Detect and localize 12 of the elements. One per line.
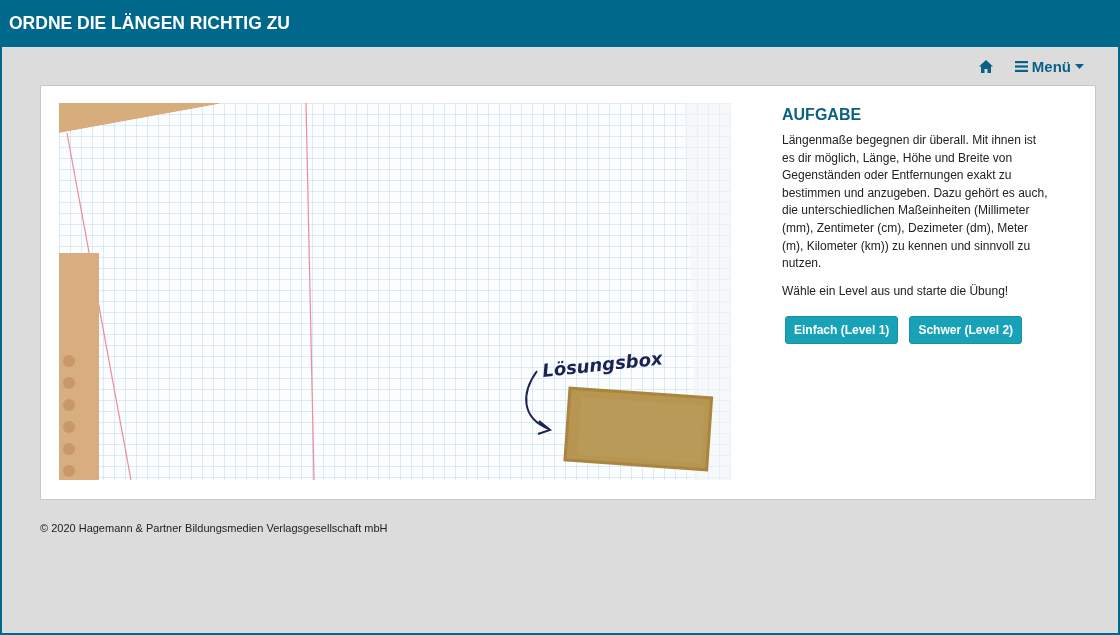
task-paragraph: Längenmaße begegnen dir überall. Mit ihnen ist es dir möglich, Länge, Höhe und Breite von Gegenständen oder Entfernungen exakt zu bestimmen und anzugeben. Dazu gehört es auch, die unterschiedlichen Maßeinheiten (Millimeter (mm), Zentimeter (cm), Dezimeter (dm), Meter (m), Kilometer (km)) zu kennen und sinnvoll zu nutzen. <box>782 132 1049 273</box>
page-title: ORDNE DIE LÄNGEN RICHTIG ZU <box>9 13 290 34</box>
copyright-text: © 2020 Hagemann & Partner Bildungsmedien Verlagsgesellschaft mbH <box>40 522 389 534</box>
caret-icon <box>1075 63 1084 69</box>
level-button[interactable]: Schwer (Level 2) <box>909 316 1023 345</box>
menu-icon <box>1014 60 1028 72</box>
task-paragraph: Wähle ein Level aus und starte die Übung! <box>782 282 1010 300</box>
home-icon[interactable] <box>978 59 993 73</box>
solution-box-label: Lösungsbox <box>541 347 664 381</box>
task-heading: AUFGABE <box>782 106 863 124</box>
menu-dropdown[interactable]: Menü <box>1014 57 1084 75</box>
level-button[interactable]: Einfach (Level 1) <box>785 316 899 345</box>
